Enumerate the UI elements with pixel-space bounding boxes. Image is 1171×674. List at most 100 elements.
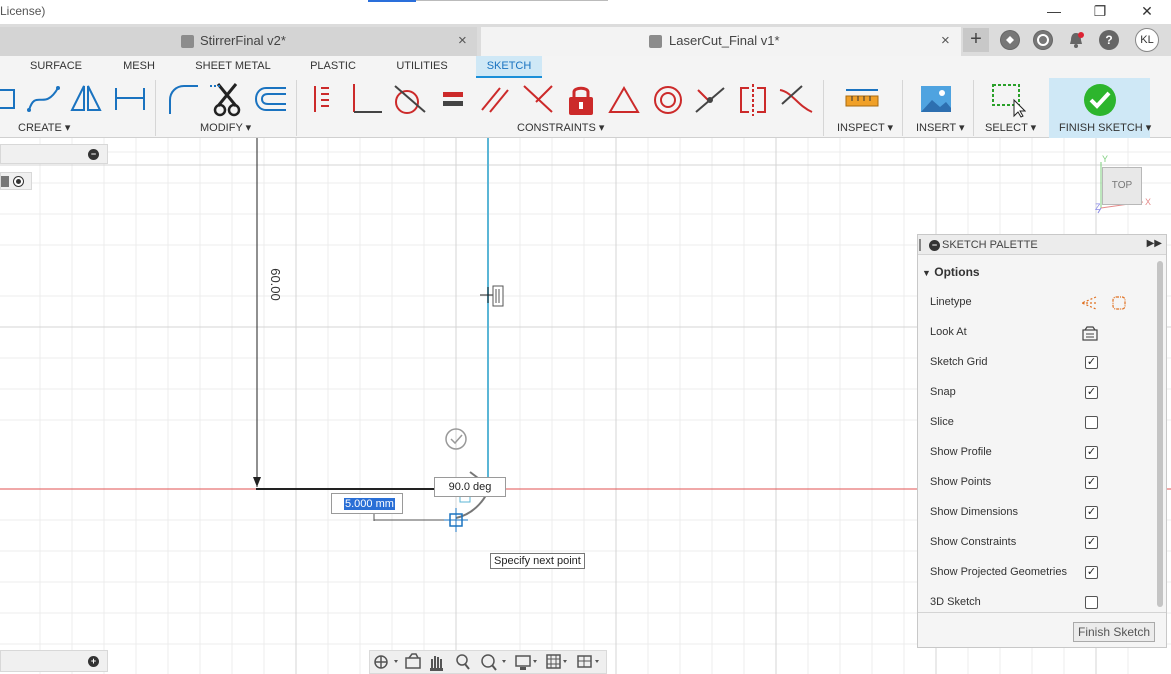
coincident-point-icon[interactable] — [692, 82, 728, 118]
finish-sketch-check-icon[interactable] — [1082, 82, 1118, 118]
construction-linetype-icon[interactable] — [1080, 294, 1098, 312]
tab-mesh[interactable]: MESH — [116, 56, 162, 78]
3d-sketch-checkbox[interactable] — [1085, 596, 1098, 609]
show-dimensions-checkbox[interactable]: ✓ — [1085, 506, 1098, 519]
tangent-icon[interactable] — [391, 82, 427, 118]
select-menu[interactable]: SELECT ▾ — [985, 121, 1036, 134]
fillet-icon[interactable] — [166, 82, 202, 118]
radio-icon[interactable] — [13, 176, 24, 187]
midpoint-icon[interactable] — [606, 82, 642, 118]
ribbon-separator — [155, 80, 156, 136]
show-profile-row: Show Profile ✓ — [930, 443, 1156, 463]
close-tab-button[interactable]: × — [458, 27, 467, 55]
viewcube[interactable]: TOP — [1102, 167, 1142, 205]
collapse-icon[interactable]: − — [88, 149, 99, 160]
orbit-icon[interactable] — [374, 655, 398, 669]
centerline-linetype-icon[interactable] — [1110, 294, 1128, 312]
title-bar: License) — ❐ ✕ — [0, 0, 1171, 24]
coincident-icon[interactable] — [305, 82, 341, 118]
close-window-button[interactable]: ✕ — [1133, 2, 1161, 22]
zoom-window-icon[interactable] — [481, 654, 506, 671]
restore-button[interactable]: ❐ — [1086, 2, 1114, 22]
offset-icon[interactable] — [252, 82, 288, 118]
tab-utilities[interactable]: UTILITIES — [390, 56, 454, 78]
browser-item-icon — [1, 176, 9, 187]
fix-lock-icon[interactable] — [563, 82, 599, 118]
job-status-icon[interactable] — [1033, 30, 1053, 50]
insert-image-icon[interactable] — [918, 82, 954, 118]
constraints-menu[interactable]: CONSTRAINTS ▾ — [517, 121, 604, 134]
display-settings-icon[interactable] — [515, 655, 537, 670]
minimize-button[interactable]: — — [1040, 2, 1068, 22]
linetype-row: Linetype — [930, 293, 1156, 313]
window-title: License) — [0, 4, 46, 18]
expand-palette-icon[interactable]: ▶▶ — [1147, 238, 1162, 249]
vertical-dimension-label[interactable]: 60.00 — [268, 268, 283, 301]
measure-icon[interactable] — [844, 82, 880, 118]
symmetry-icon[interactable] — [735, 82, 771, 118]
finish-sketch-menu[interactable]: FINISH SKETCH ▾ — [1059, 121, 1151, 134]
sketch-grid-row: Sketch Grid ✓ — [930, 353, 1156, 373]
drag-handle[interactable] — [919, 239, 921, 251]
notifications-icon[interactable] — [1066, 30, 1086, 50]
show-constraints-label: Show Constraints — [930, 536, 1017, 548]
inspect-menu[interactable]: INSPECT ▾ — [837, 121, 893, 134]
expand-icon[interactable]: + — [88, 656, 99, 667]
modify-menu[interactable]: MODIFY ▾ — [200, 121, 251, 134]
tab-stirrerfinal[interactable]: StirrerFinal v2* × — [0, 27, 477, 56]
tab-plastic[interactable]: PLASTIC — [302, 56, 364, 78]
collinear-icon[interactable] — [520, 82, 556, 118]
toolbar-ribbon: SURFACE MESH SHEET METAL PLASTIC UTILITI… — [0, 56, 1171, 138]
spline-icon[interactable] — [26, 82, 62, 118]
viewports-icon[interactable] — [577, 655, 599, 668]
snap-checkbox[interactable]: ✓ — [1085, 386, 1098, 399]
ribbon-separator — [823, 80, 824, 136]
trim-icon[interactable] — [210, 82, 246, 118]
select-window-icon[interactable] — [990, 82, 1026, 118]
show-profile-checkbox[interactable]: ✓ — [1085, 446, 1098, 459]
title-accent — [368, 0, 416, 2]
browser-panel-header[interactable]: − — [0, 144, 108, 164]
look-at-icon[interactable] — [1082, 325, 1098, 341]
look-at-icon[interactable] — [405, 653, 421, 669]
sketch-dimension-icon[interactable] — [112, 82, 148, 118]
close-tab-button[interactable]: × — [941, 27, 950, 55]
parallel-icon[interactable] — [478, 82, 514, 118]
curvature-icon[interactable] — [778, 82, 814, 118]
tab-sheet-metal[interactable]: SHEET METAL — [192, 56, 274, 78]
create-menu[interactable]: CREATE ▾ — [18, 121, 70, 134]
perpendicular-icon[interactable] — [348, 82, 384, 118]
zoom-icon[interactable] — [456, 654, 470, 670]
equal-icon[interactable] — [435, 82, 471, 118]
help-icon[interactable]: ? — [1099, 30, 1119, 50]
show-constraints-checkbox[interactable]: ✓ — [1085, 536, 1098, 549]
extensions-icon[interactable] — [1000, 30, 1020, 50]
new-tab-button[interactable]: + — [963, 28, 989, 52]
tab-lasercut-final[interactable]: LaserCut_Final v1* × — [481, 27, 961, 56]
browser-item[interactable] — [0, 172, 32, 190]
mirror-icon[interactable] — [68, 82, 104, 118]
concentric-icon[interactable] — [650, 82, 686, 118]
grid-settings-icon[interactable] — [546, 654, 567, 669]
angle-input-field[interactable]: 90.0 deg — [434, 477, 506, 497]
tab-sketch[interactable]: SKETCH — [476, 56, 542, 78]
snap-row: Snap ✓ — [930, 383, 1156, 403]
show-projected-geometries-checkbox[interactable]: ✓ — [1085, 566, 1098, 579]
component-icon — [181, 35, 194, 48]
insert-menu[interactable]: INSERT ▾ — [916, 121, 965, 134]
finish-sketch-button[interactable]: Finish Sketch — [1073, 622, 1155, 642]
pan-icon[interactable] — [430, 656, 443, 671]
user-avatar[interactable]: KL — [1135, 28, 1159, 52]
options-section-header[interactable]: ▼ Options — [922, 265, 980, 279]
axis-z-label: Z — [1095, 202, 1101, 212]
length-input-field[interactable]: 5.000 mm — [331, 493, 403, 514]
sketch-grid-checkbox[interactable]: ✓ — [1085, 356, 1098, 369]
show-points-checkbox[interactable]: ✓ — [1085, 476, 1098, 489]
palette-header[interactable]: − SKETCH PALETTE ▶▶ — [918, 235, 1166, 255]
tab-surface[interactable]: SURFACE — [24, 56, 88, 78]
comments-panel-header[interactable]: + — [0, 650, 108, 672]
collapse-palette-icon[interactable]: − — [929, 240, 940, 251]
slice-checkbox[interactable] — [1085, 416, 1098, 429]
length-input-value[interactable]: 5.000 mm — [344, 498, 395, 510]
palette-scrollbar[interactable] — [1157, 261, 1163, 607]
